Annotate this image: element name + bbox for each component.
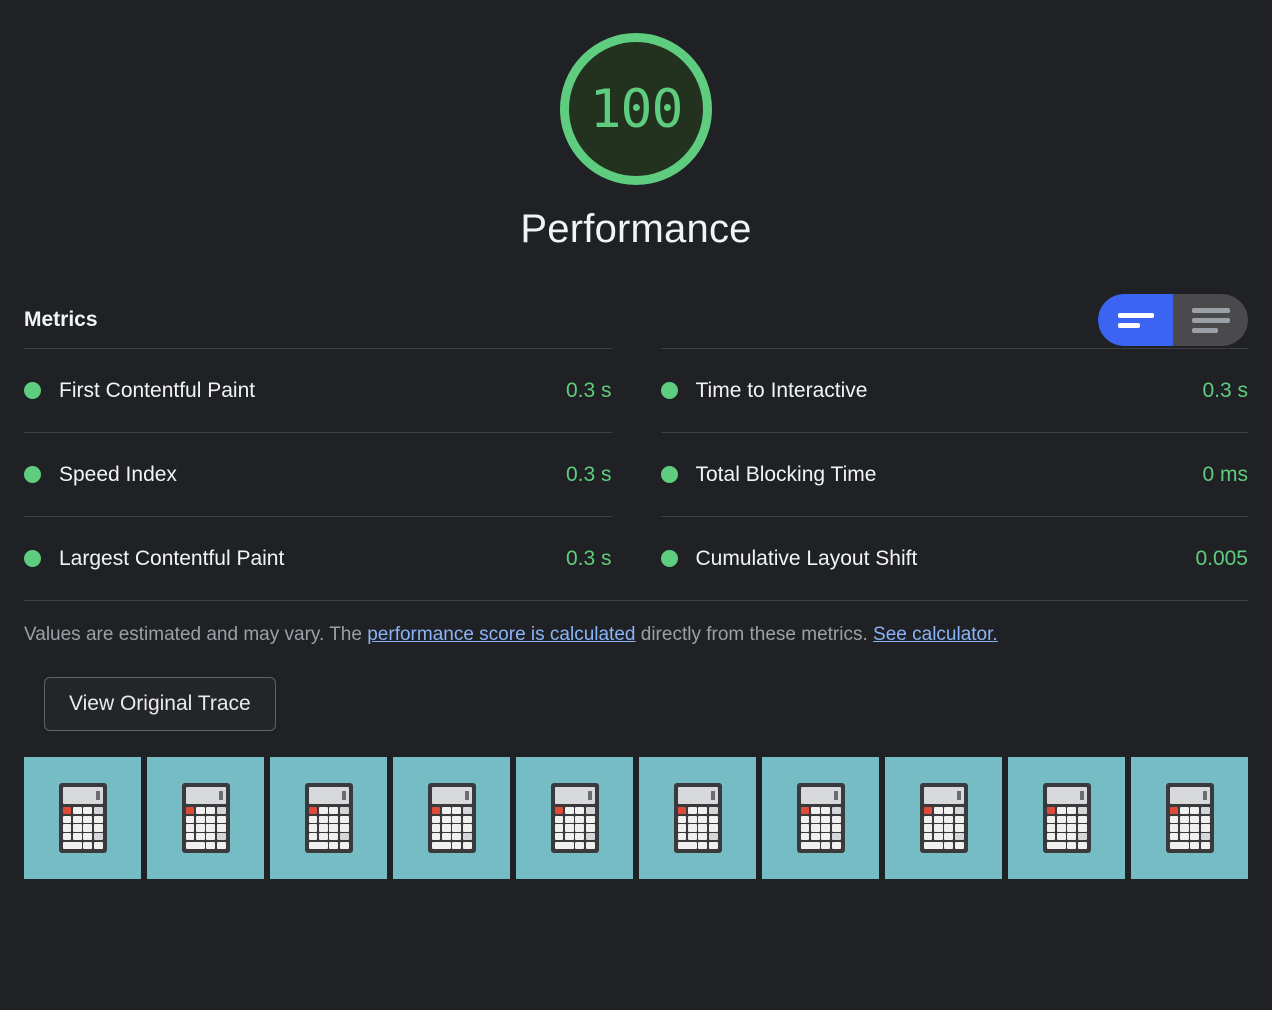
toggle-line-icon	[1117, 312, 1154, 318]
status-pass-icon	[660, 550, 678, 567]
metrics-header: Metrics	[0, 292, 1272, 348]
status-pass-icon	[24, 550, 41, 567]
calculator-screenshot-icon	[550, 783, 599, 853]
metric-label: Time to Interactive	[695, 378, 868, 402]
status-pass-icon	[24, 382, 41, 399]
metrics-heading: Metrics	[24, 308, 98, 331]
expanded-view-toggle[interactable]	[1173, 294, 1248, 346]
toggle-line-icon	[1191, 307, 1230, 313]
metric-label: Cumulative Layout Shift	[695, 546, 918, 570]
calculator-screenshot-icon	[1165, 783, 1214, 853]
filmstrip-frame-5[interactable]	[516, 757, 633, 879]
status-pass-icon	[24, 466, 41, 483]
filmstrip-frame-3[interactable]	[270, 757, 387, 879]
metric-row[interactable]: Total Blocking Time 0 ms	[660, 432, 1248, 516]
toggle-line-icon	[1191, 317, 1230, 323]
metrics-bottom-divider	[24, 600, 1248, 601]
performance-score-gauge[interactable]: 100	[560, 33, 712, 185]
metric-value: 0.3 s	[565, 378, 612, 402]
calculator-screenshot-icon	[919, 783, 968, 853]
calculator-screenshot-icon	[427, 783, 476, 853]
filmstrip-frame-2[interactable]	[147, 757, 264, 879]
calculator-screenshot-icon	[58, 783, 107, 853]
see-calculator-link[interactable]: See calculator.	[873, 624, 998, 645]
metrics-view-toggle[interactable]	[1098, 294, 1248, 346]
metrics-grid: First Contentful Paint 0.3 s Speed Index…	[0, 348, 1272, 600]
filmstrip-frame-9[interactable]	[1008, 757, 1125, 879]
filmstrip-frame-8[interactable]	[885, 757, 1002, 879]
metric-row[interactable]: Time to Interactive 0.3 s	[660, 348, 1248, 432]
filmstrip-frame-1[interactable]	[24, 757, 141, 879]
view-original-trace-button[interactable]: View Original Trace	[44, 677, 276, 731]
trace-button-container: View Original Trace	[0, 655, 1272, 731]
calculator-screenshot-icon	[1042, 783, 1091, 853]
calculator-screenshot-icon	[181, 783, 230, 853]
metric-value: 0.3 s	[565, 462, 612, 486]
metric-value: 0 ms	[1202, 462, 1248, 486]
status-pass-icon	[660, 382, 678, 399]
metric-row[interactable]: Cumulative Layout Shift 0.005	[660, 516, 1248, 600]
footnote-text-part2: directly from these metrics.	[635, 624, 874, 645]
filmstrip-frame-10[interactable]	[1131, 757, 1248, 879]
metric-value: 0.3 s	[1202, 378, 1248, 402]
calculator-screenshot-icon	[796, 783, 845, 853]
metrics-footnote: Values are estimated and may vary. The p…	[24, 615, 1154, 655]
metric-label: Speed Index	[59, 462, 177, 486]
performance-category-title: Performance	[520, 207, 752, 251]
lighthouse-performance-report: 100 Performance Metrics First Contentful…	[0, 0, 1272, 1010]
filmstrip-frame-4[interactable]	[393, 757, 510, 879]
footnote-text-part1: Values are estimated and may vary. The	[24, 624, 368, 645]
metrics-right-column: Time to Interactive 0.3 s Total Blocking…	[660, 348, 1248, 600]
metric-row[interactable]: Largest Contentful Paint 0.3 s	[24, 516, 612, 600]
status-pass-icon	[660, 466, 678, 483]
toggle-line-icon	[1117, 322, 1140, 328]
simple-view-toggle[interactable]	[1098, 294, 1173, 346]
metric-row[interactable]: Speed Index 0.3 s	[24, 432, 612, 516]
performance-score-calculated-link[interactable]: performance score is calculated	[367, 624, 635, 645]
metric-label: Total Blocking Time	[695, 462, 877, 486]
metrics-left-column: First Contentful Paint 0.3 s Speed Index…	[24, 348, 612, 600]
filmstrip-frame-7[interactable]	[762, 757, 879, 879]
metric-value: 0.005	[1195, 546, 1248, 570]
metric-row[interactable]: First Contentful Paint 0.3 s	[24, 348, 612, 432]
metric-label: Largest Contentful Paint	[59, 546, 285, 570]
metric-value: 0.3 s	[565, 546, 612, 570]
metric-label: First Contentful Paint	[59, 378, 256, 402]
calculator-screenshot-icon	[304, 783, 353, 853]
toggle-line-icon	[1191, 327, 1218, 333]
performance-score-value: 100	[589, 78, 684, 140]
performance-gauge-section: 100 Performance	[0, 0, 1272, 252]
screenshot-filmstrip	[24, 757, 1248, 879]
filmstrip-frame-6[interactable]	[639, 757, 756, 879]
calculator-screenshot-icon	[673, 783, 722, 853]
